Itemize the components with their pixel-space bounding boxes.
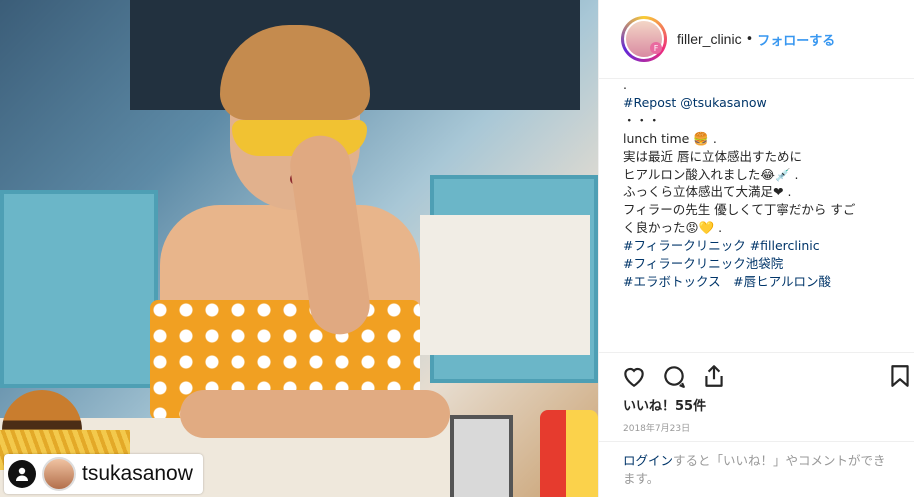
photo-chair-left [0, 190, 158, 388]
post-date: 2018年7月23日 [623, 424, 691, 434]
caption-line: lunch time 🍔 . [623, 130, 717, 146]
person-tag-icon[interactable] [8, 460, 36, 488]
post-header: F filler_clinic • フォローする [599, 0, 914, 79]
post-photo[interactable]: tsukasanow [0, 0, 598, 497]
header-separator: • [745, 31, 754, 47]
photo-table-back [420, 215, 590, 355]
caption-line: フィラーの先生 優しくて丁寧だから すご [623, 202, 856, 218]
photo-forearm [180, 390, 450, 438]
repost-link[interactable]: #Repost @tsukasanow [623, 94, 893, 112]
caption-line: ヒアルロン酸入れました😂💉 . [623, 166, 799, 182]
profile-avatar[interactable]: F [621, 16, 667, 62]
tag-username[interactable]: tsukasanow [82, 462, 193, 486]
login-link[interactable]: ログイン [623, 453, 673, 468]
login-prompt: ログインすると「いいね！」やコメントができます。 [599, 441, 914, 498]
login-prompt-text: ログインすると「いいね！」やコメントができます。 [623, 452, 893, 488]
hashtag-link[interactable]: #フィラークリニック池袋院 [623, 255, 893, 273]
caption-line: ふっくら立体感出て大満足❤ . [623, 184, 792, 200]
caption-line: く良かった😡💛 . [623, 220, 723, 236]
share-icon[interactable] [701, 363, 727, 389]
hashtag-link[interactable]: #フィラークリニック #fillerclinic [623, 237, 893, 255]
post-sidebar: F filler_clinic • フォローする . #Repost @tsuk… [598, 0, 914, 497]
heart-icon[interactable] [621, 363, 647, 389]
follow-button[interactable]: フォローする [757, 30, 835, 49]
bookmark-icon[interactable] [887, 363, 913, 389]
hashtag-link[interactable]: #エラボトックス #唇ヒアルロン酸 [623, 273, 893, 291]
tag-avatar [42, 457, 76, 491]
caption-line: . [623, 77, 627, 92]
comment-icon[interactable] [661, 363, 687, 389]
action-bar [599, 352, 914, 393]
like-count[interactable]: いいね！55件 [623, 395, 706, 414]
clinic-badge-icon: F [650, 42, 662, 54]
photo-condiment-bottles [540, 410, 598, 497]
caption-line: ・・・ [623, 112, 661, 128]
photo-menu-stand [450, 415, 513, 497]
post-caption: . #Repost @tsukasanow ・・・ lunch time 🍔 .… [623, 76, 893, 348]
caption-line: 実は最近 唇に立体感出すために [623, 148, 802, 164]
user-tag[interactable]: tsukasanow [4, 454, 203, 494]
post-username[interactable]: filler_clinic [677, 31, 742, 47]
